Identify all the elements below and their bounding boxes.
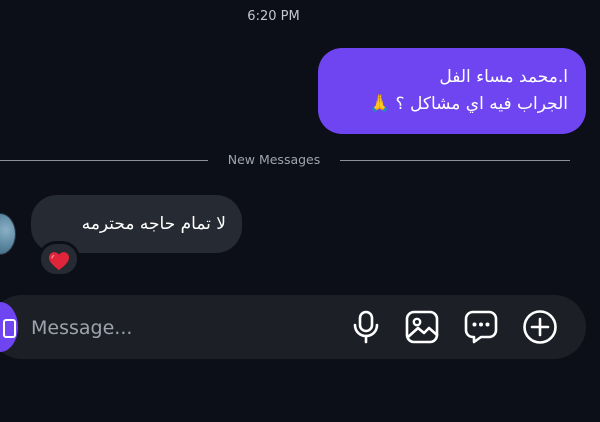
- outgoing-message-bubble[interactable]: ا.محمد مساء الفل الجراب فيه اي مشاكل ؟ 🙏: [318, 48, 586, 134]
- heart-reaction-icon: [49, 252, 69, 271]
- outgoing-message-line-2: الجراب فيه اي مشاكل ؟ 🙏: [368, 94, 568, 114]
- outgoing-message-line-1: ا.محمد مساء الفل: [439, 67, 568, 87]
- microphone-icon: [353, 310, 379, 344]
- message-input[interactable]: [31, 311, 321, 345]
- sticker-button[interactable]: [463, 309, 499, 345]
- gallery-button[interactable]: [404, 309, 440, 345]
- microphone-button[interactable]: [348, 309, 384, 345]
- sender-avatar[interactable]: [0, 213, 16, 255]
- reaction-badge[interactable]: [38, 241, 80, 277]
- plus-icon: [523, 310, 557, 344]
- chat-bubble-icon: [464, 310, 498, 344]
- divider-rule-right: [340, 160, 570, 161]
- message-timestamp: 6:20 PM: [247, 9, 300, 24]
- divider-rule-left: [0, 160, 208, 161]
- add-attachment-button[interactable]: [522, 309, 558, 345]
- camera-icon: [3, 319, 16, 338]
- new-messages-divider: New Messages: [0, 152, 572, 168]
- new-messages-label: New Messages: [227, 152, 321, 167]
- image-icon: [405, 310, 439, 344]
